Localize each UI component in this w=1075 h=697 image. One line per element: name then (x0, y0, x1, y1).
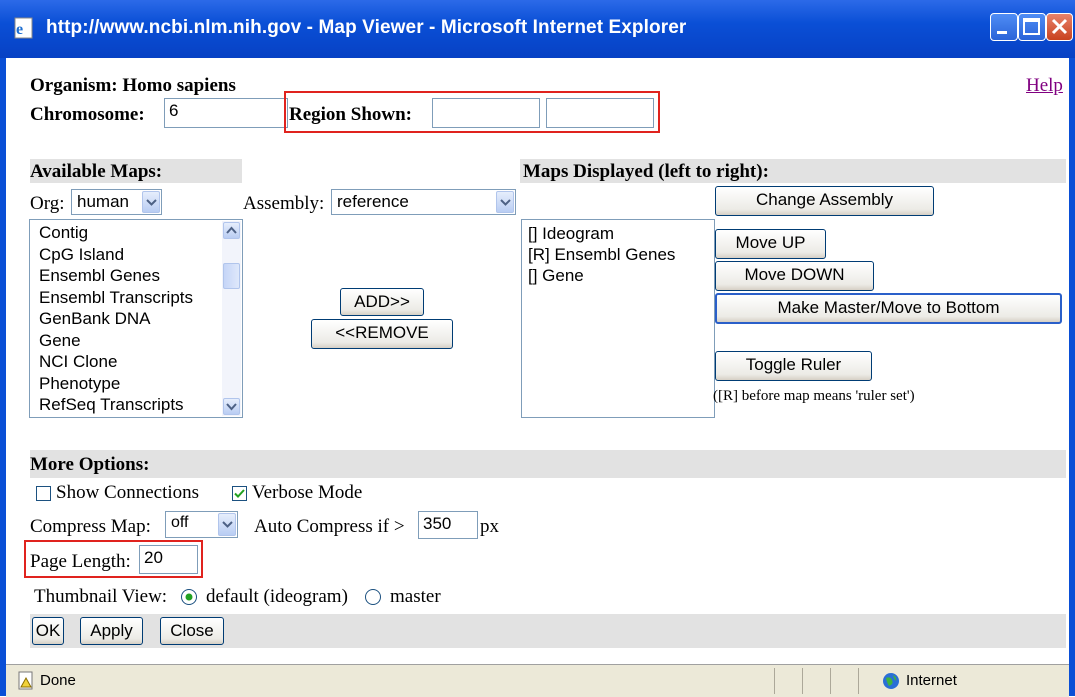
org-dropdown-arrow[interactable] (142, 191, 160, 213)
thumbnail-view-label: Thumbnail View: (34, 586, 168, 607)
available-maps-title: Available Maps: (30, 161, 163, 182)
list-item[interactable]: Ensembl Genes (39, 266, 160, 286)
chromosome-input[interactable]: 6 (164, 98, 288, 128)
org-select[interactable]: human (71, 189, 162, 215)
zone-text: Internet (906, 672, 957, 689)
change-assembly-button[interactable]: Change Assembly (715, 186, 934, 216)
more-options-header: More Options: (30, 450, 1066, 478)
assembly-select-value: reference (337, 192, 409, 211)
verbose-mode-label: Verbose Mode (252, 482, 363, 503)
list-item[interactable]: GenBank DNA (39, 309, 151, 329)
list-item[interactable]: Gene (39, 331, 81, 351)
maps-displayed-list[interactable]: [] Ideogram [R] Ensembl Genes [] Gene (521, 219, 715, 418)
close-button[interactable]: Close (160, 617, 224, 645)
chevron-down-icon (500, 199, 511, 206)
show-connections-checkbox[interactable] (36, 486, 51, 501)
maps-displayed-title: Maps Displayed (left to right): (523, 161, 769, 182)
thumbnail-default-radio[interactable] (181, 589, 197, 605)
chevron-down-icon (222, 521, 233, 528)
available-maps-header: Available Maps: (30, 159, 242, 183)
globe-icon (883, 673, 899, 689)
verbose-mode-checkbox[interactable] (232, 486, 247, 501)
chevron-up-icon (226, 226, 237, 234)
status-text: Done (40, 672, 76, 689)
radio-selected-dot-icon (185, 593, 193, 601)
compress-map-value: off (171, 514, 189, 531)
ie-page-icon: e (14, 17, 33, 39)
status-separator (802, 668, 803, 694)
done-page-icon (18, 671, 33, 690)
chevron-down-icon (146, 199, 157, 206)
chevron-down-icon (226, 403, 237, 411)
apply-button[interactable]: Apply (80, 617, 143, 645)
region-end-input[interactable] (546, 98, 654, 128)
auto-compress-label: Auto Compress if > (254, 516, 405, 537)
scroll-thumb[interactable] (223, 263, 240, 289)
add-map-button[interactable]: ADD>> (340, 288, 424, 316)
list-item[interactable]: CpG Island (39, 245, 124, 265)
status-separator (830, 668, 831, 694)
close-icon (1051, 18, 1068, 35)
window-border-right (1069, 58, 1075, 696)
toggle-ruler-button[interactable]: Toggle Ruler (715, 351, 872, 381)
status-separator (858, 668, 859, 694)
minimize-button[interactable] (990, 13, 1018, 41)
help-link[interactable]: Help (1026, 75, 1063, 97)
scroll-up-button[interactable] (223, 222, 240, 239)
page-length-input[interactable]: 20 (139, 545, 198, 574)
scroll-down-button[interactable] (223, 398, 240, 415)
close-window-button[interactable] (1046, 13, 1073, 41)
org-select-value: human (77, 192, 129, 211)
status-bar: Done Internet (6, 664, 1069, 697)
thumbnail-master-label: master (390, 586, 441, 607)
list-item[interactable]: [R] Ensembl Genes (528, 245, 675, 265)
list-item[interactable]: NCI Clone (39, 352, 117, 372)
title-bar[interactable]: e http://www.ncbi.nlm.nih.gov - Map View… (0, 0, 1075, 58)
more-options-title: More Options: (30, 454, 150, 475)
available-maps-list[interactable]: Contig CpG Island Ensembl Genes Ensembl … (29, 219, 243, 418)
maximize-icon (1023, 18, 1040, 35)
org-label: Org: (30, 193, 65, 214)
available-maps-scrollbar[interactable] (222, 221, 241, 416)
thumbnail-default-label: default (ideogram) (206, 586, 348, 607)
remove-map-button[interactable]: <<REMOVE (311, 319, 453, 349)
checkmark-icon (234, 489, 245, 498)
assembly-select[interactable]: reference (331, 189, 516, 215)
region-start-input[interactable] (432, 98, 540, 128)
list-item[interactable]: Contig (39, 223, 88, 243)
svg-text:e: e (16, 21, 23, 38)
ruler-note: ([R] before map means 'ruler set') (713, 388, 915, 404)
organism-label: Organism: Homo sapiens (30, 75, 236, 96)
auto-compress-input[interactable]: 350 (418, 511, 478, 539)
chromosome-label: Chromosome: (30, 104, 145, 125)
assembly-dropdown-arrow[interactable] (496, 191, 514, 213)
minimize-icon (997, 31, 1007, 34)
thumbnail-master-radio[interactable] (365, 589, 381, 605)
ok-button[interactable]: OK (32, 617, 64, 645)
make-master-button[interactable]: Make Master/Move to Bottom (715, 293, 1062, 324)
list-item[interactable]: RefSeq Transcripts (39, 395, 184, 415)
compress-map-select[interactable]: off (165, 511, 238, 538)
assembly-label: Assembly: (243, 193, 325, 214)
maps-displayed-header: Maps Displayed (left to right): (520, 159, 1066, 183)
maximize-button[interactable] (1018, 13, 1046, 41)
status-separator (774, 668, 775, 694)
list-item[interactable]: [] Gene (528, 266, 584, 286)
page-length-label: Page Length: (30, 551, 131, 572)
region-shown-label: Region Shown: (289, 104, 412, 125)
show-connections-label: Show Connections (56, 482, 200, 503)
window-title: http://www.ncbi.nlm.nih.gov - Map Viewer… (46, 17, 687, 38)
list-item[interactable]: Phenotype (39, 374, 120, 394)
compress-map-dropdown-arrow[interactable] (218, 513, 236, 536)
list-item[interactable]: [] Ideogram (528, 224, 614, 244)
list-item[interactable]: Ensembl Transcripts (39, 288, 193, 308)
compress-map-label: Compress Map: (30, 516, 151, 537)
move-down-button[interactable]: Move DOWN (715, 261, 874, 291)
window-border-left (0, 58, 6, 696)
auto-compress-unit: px (480, 516, 499, 537)
move-up-button[interactable]: Move UP (715, 229, 826, 259)
